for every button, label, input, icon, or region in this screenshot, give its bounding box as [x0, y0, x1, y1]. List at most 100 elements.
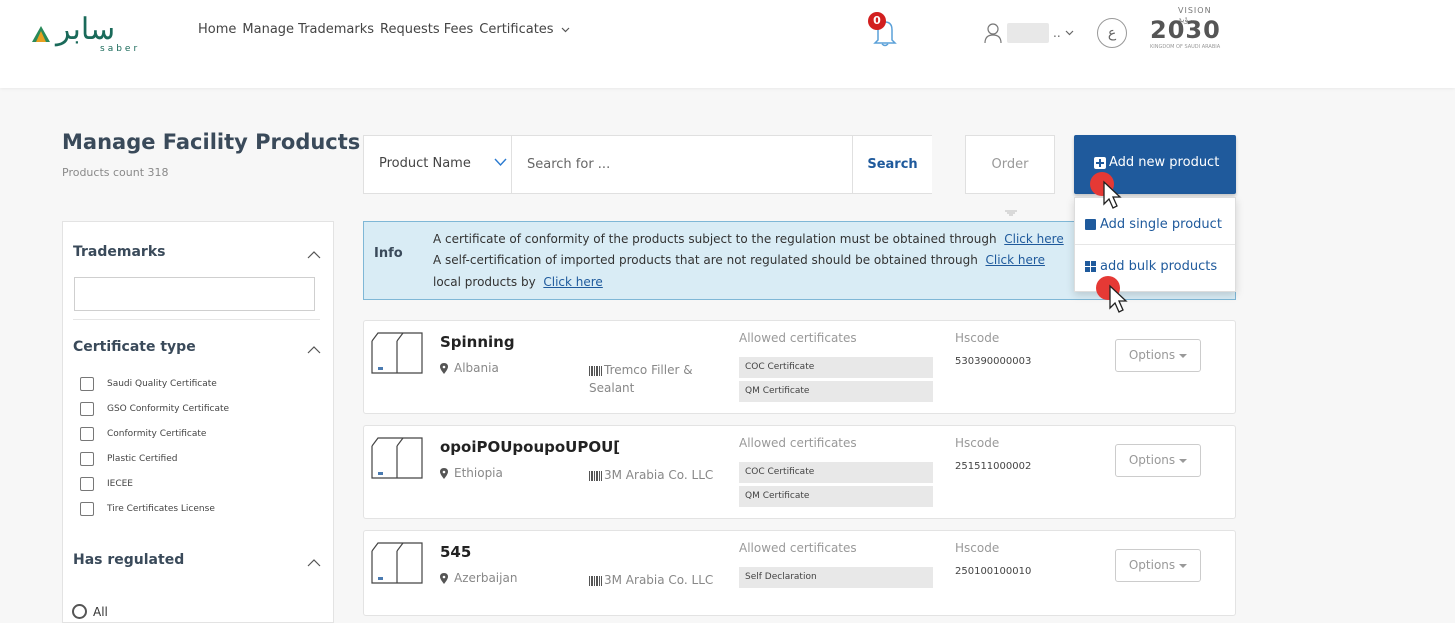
options-label: Options: [1128, 453, 1176, 467]
checkbox[interactable]: [80, 377, 94, 391]
product-brand: Tremco Filler & Sealant: [589, 361, 719, 397]
menu-item-label: Add single product: [1100, 217, 1222, 232]
certificate-type-option[interactable]: GSO Conformity Certificate: [80, 402, 229, 416]
has-regulated-filter-heading[interactable]: Has regulated: [73, 552, 184, 568]
barcode-icon: [589, 470, 602, 481]
nav-manage-trademarks[interactable]: Manage Trademarks: [242, 22, 374, 37]
chevron-down-icon: [1065, 30, 1074, 36]
add-new-product-label: Add new product: [1109, 155, 1220, 170]
product-card[interactable]: opoiPOUpoupoUPOU[ Ethiopia 3M Arabia Co.…: [363, 425, 1236, 519]
add-bulk-products-item[interactable]: add bulk products: [1085, 259, 1217, 274]
search-button[interactable]: Search: [852, 136, 932, 193]
search-field-select[interactable]: Product Name: [364, 136, 512, 193]
products-count: Products count 318: [62, 166, 169, 179]
certificate-type-option[interactable]: Saudi Quality Certificate: [80, 377, 217, 391]
checkbox[interactable]: [80, 452, 94, 466]
option-label: GSO Conformity Certificate: [107, 404, 230, 414]
barcode-icon: [589, 365, 602, 376]
menu-item-label: add bulk products: [1100, 259, 1218, 274]
product-country: Ethiopia: [440, 466, 503, 480]
options-button[interactable]: Options: [1115, 549, 1201, 582]
option-label: Conformity Certificate: [107, 429, 207, 439]
certificate-type-option[interactable]: IECEE: [80, 477, 133, 491]
certificate-type-option[interactable]: Plastic Certified: [80, 452, 177, 466]
product-country: Azerbaijan: [440, 571, 517, 585]
product-brand: 3M Arabia Co. LLC: [589, 571, 719, 589]
certificate-type-filter-heading[interactable]: Certificate type: [73, 339, 196, 355]
product-name[interactable]: 545: [440, 543, 471, 561]
sort-lines-icon: [1005, 210, 1017, 216]
nav-certificates-label: Certificates: [479, 22, 554, 37]
trademarks-filter-input[interactable]: [74, 277, 315, 311]
nav-certificates[interactable]: Certificates: [479, 22, 570, 37]
notifications-button[interactable]: 0: [868, 12, 900, 48]
certificate-tag: COC Certificate: [739, 357, 933, 378]
user-name-redacted: [1007, 23, 1049, 43]
click-here-link[interactable]: Click here: [1004, 232, 1063, 246]
user-menu[interactable]: ..: [983, 22, 1074, 44]
trademarks-filter-heading[interactable]: Trademarks: [73, 244, 165, 260]
product-brand: 3M Arabia Co. LLC: [589, 466, 719, 484]
page-title: Manage Facility Products: [62, 130, 361, 154]
radio-button[interactable]: [72, 604, 87, 619]
options-button[interactable]: Options: [1115, 339, 1201, 372]
options-button[interactable]: Options: [1115, 444, 1201, 477]
product-name[interactable]: Spinning: [440, 333, 515, 351]
checkbox[interactable]: [80, 402, 94, 416]
hscode-value: 250100100010: [955, 566, 1032, 577]
nav-home[interactable]: Home: [198, 22, 236, 37]
user-icon: [984, 23, 1002, 44]
chevron-up-icon[interactable]: [307, 250, 321, 260]
product-card[interactable]: Spinning Albania Tremco Filler & Sealant…: [363, 320, 1236, 414]
checkbox[interactable]: [80, 427, 94, 441]
info-text: A certificate of conformity of the produ…: [433, 232, 997, 246]
checkbox[interactable]: [80, 477, 94, 491]
search-bar: Product Name Search: [363, 135, 932, 194]
top-navbar: سابر saber Home Manage Trademarks Reques…: [0, 0, 1455, 88]
info-label: Info: [374, 246, 403, 261]
certificate-tag: QM Certificate: [739, 381, 933, 402]
filters-panel: Trademarks Certificate type Saudi Qualit…: [62, 221, 334, 623]
country-name: Albania: [454, 361, 499, 375]
click-here-link[interactable]: Click here: [986, 253, 1045, 267]
certificate-tag: QM Certificate: [739, 486, 933, 507]
logo-text-arabic: سابر: [56, 12, 116, 47]
certificate-tag: COC Certificate: [739, 462, 933, 483]
order-button[interactable]: Order: [965, 135, 1055, 194]
product-country: Albania: [440, 361, 499, 375]
click-indicator-cursor-icon: [1090, 172, 1122, 209]
click-indicator-cursor-icon: [1096, 276, 1128, 313]
product-name[interactable]: opoiPOUpoupoUPOU[: [440, 438, 620, 456]
hscode-value: 530390000003: [955, 356, 1032, 367]
chevron-down-icon: [561, 27, 570, 32]
search-field-label: Product Name: [379, 156, 471, 171]
saber-logo-mark-icon: [32, 26, 50, 42]
search-input[interactable]: [512, 136, 852, 193]
caret-down-icon: [1179, 353, 1188, 358]
language-toggle-button[interactable]: ع: [1097, 18, 1127, 48]
country-name: Azerbaijan: [454, 571, 518, 585]
allowed-certificates-label: Allowed certificates: [739, 541, 857, 555]
option-label: Plastic Certified: [107, 454, 178, 464]
option-label: IECEE: [107, 479, 133, 489]
certificate-type-option[interactable]: Tire Certificates License: [80, 502, 215, 516]
plus-square-icon: [1094, 157, 1106, 169]
option-label: Tire Certificates License: [107, 504, 215, 514]
user-name-ellipsis: ..: [1053, 26, 1061, 40]
product-card[interactable]: 545 Azerbaijan 3M Arabia Co. LLC Allowed…: [363, 530, 1236, 616]
chevron-up-icon[interactable]: [307, 345, 321, 355]
certificate-type-option[interactable]: Conformity Certificate: [80, 427, 206, 441]
product-box-icon: [371, 542, 423, 584]
allowed-certificates-label: Allowed certificates: [739, 331, 857, 345]
chevron-up-icon[interactable]: [307, 558, 321, 568]
saber-logo[interactable]: سابر saber: [30, 12, 160, 56]
nav-requests-fees[interactable]: Requests Fees: [380, 22, 473, 37]
has-regulated-option-all[interactable]: All: [72, 604, 108, 619]
grid-icon: [1085, 261, 1096, 272]
brand-name: Tremco Filler & Sealant: [589, 363, 693, 395]
allowed-certificates-label: Allowed certificates: [739, 436, 857, 450]
click-here-link[interactable]: Click here: [543, 275, 602, 289]
checkbox[interactable]: [80, 502, 94, 516]
add-single-product-item[interactable]: Add single product: [1085, 217, 1222, 232]
caret-down-icon: [1179, 458, 1188, 463]
